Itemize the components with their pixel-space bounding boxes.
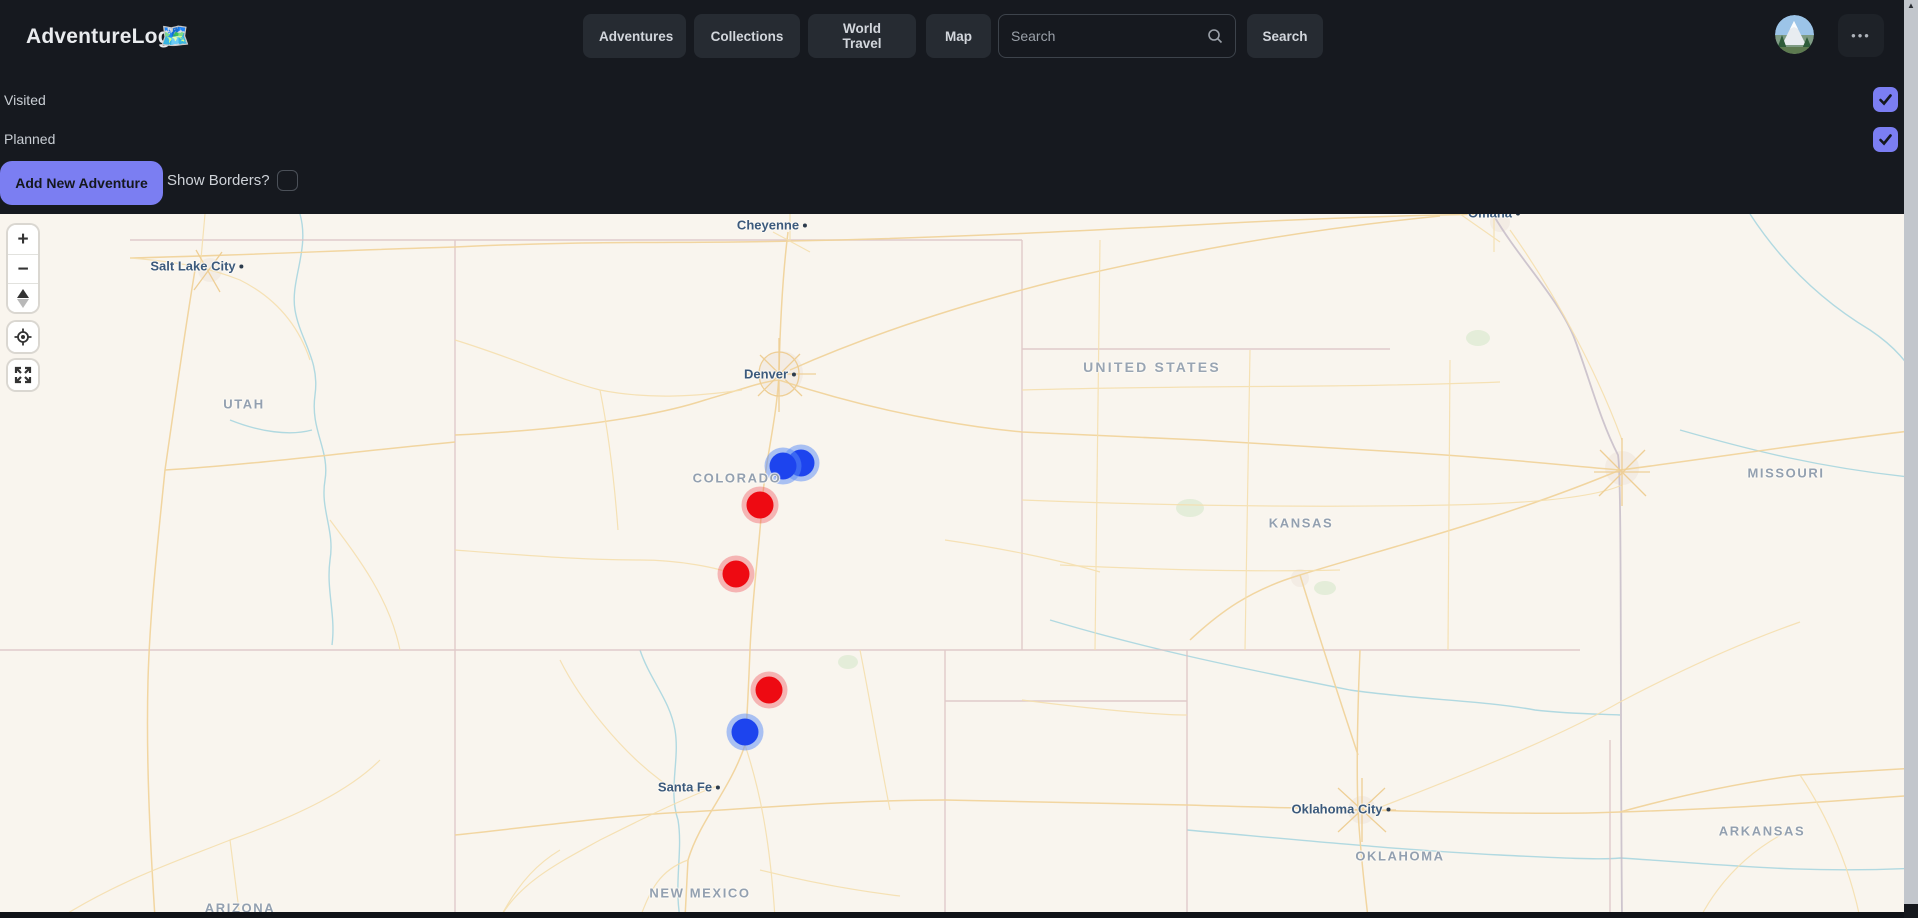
city-label: Santa Fe [658,780,720,795]
avatar-image [1775,15,1814,54]
search-icon [1207,28,1223,44]
geolocate-control [8,322,38,352]
show-borders-checkbox[interactable] [277,170,298,191]
bottom-bar [0,912,1918,918]
map-emoji-logo: 🗺️ [160,22,190,51]
state-label: COLORADO [693,471,782,486]
zoom-out-button[interactable]: − [8,254,38,283]
state-label: UNITED STATES [1083,359,1221,375]
city-label: Oklahoma City [1291,802,1390,817]
city-label: Denver [744,367,796,382]
geolocate-button[interactable] [8,322,38,352]
state-label: KANSAS [1269,516,1334,531]
state-label: ARKANSAS [1719,824,1805,839]
city-label: Cheyenne [737,218,807,233]
fullscreen-control [8,360,38,390]
check-icon [1878,132,1893,147]
geolocate-icon [14,328,32,346]
scrollbar-corner [1904,904,1918,918]
adventure-marker-red[interactable] [756,677,783,704]
nav-world-travel[interactable]: World Travel [808,14,916,58]
check-icon [1878,92,1893,107]
add-new-adventure-button[interactable]: Add New Adventure [0,161,163,205]
zoom-in-button[interactable]: + [8,225,38,254]
adventure-marker-blue[interactable] [732,719,759,746]
ellipsis-icon: ••• [1851,28,1871,43]
plus-icon: + [17,230,28,249]
avatar[interactable] [1775,15,1814,54]
minus-icon: − [17,260,28,279]
map-zoom-control: + − [8,225,38,312]
fullscreen-button[interactable] [8,360,38,390]
state-label: OKLAHOMA [1355,849,1444,864]
top-panel: AdventureLog 🗺️ Adventures Collections W… [0,0,1918,214]
adventure-marker-red[interactable] [723,561,750,588]
show-borders-label: Show Borders? [167,172,270,189]
nav-collections[interactable]: Collections [694,14,800,58]
city-dot [240,264,244,268]
city-dot [716,785,720,789]
compass-button[interactable] [8,283,38,312]
planned-label: Planned [4,131,55,147]
state-label: UTAH [223,397,265,412]
state-label: MISSOURI [1747,466,1824,481]
scroll-up-icon[interactable]: ▲ [1904,1,1918,10]
compass-icon [17,289,29,308]
adventure-marker-red[interactable] [747,492,774,519]
menu-ellipsis-button[interactable]: ••• [1838,14,1884,57]
nav-adventures[interactable]: Adventures [583,14,686,58]
state-label: NEW MEXICO [649,886,750,901]
city-dot [803,223,807,227]
app-title: AdventureLog [26,25,171,49]
search-button[interactable]: Search [1247,14,1323,58]
city-dot [1387,807,1391,811]
search-field-wrap [998,14,1236,58]
planned-checkbox[interactable] [1873,127,1898,152]
city-dot [792,372,796,376]
search-input[interactable] [999,28,1207,44]
nav-map[interactable]: Map [926,14,991,58]
fullscreen-icon [14,366,32,384]
visited-label: Visited [4,92,46,108]
adventurelog-app: Salt Lake CityCheyenneOmahaDenverSanta F… [0,0,1918,918]
visited-checkbox[interactable] [1873,87,1898,112]
city-label: Salt Lake City [150,259,243,274]
vertical-scrollbar[interactable]: ▲ [1904,0,1918,918]
